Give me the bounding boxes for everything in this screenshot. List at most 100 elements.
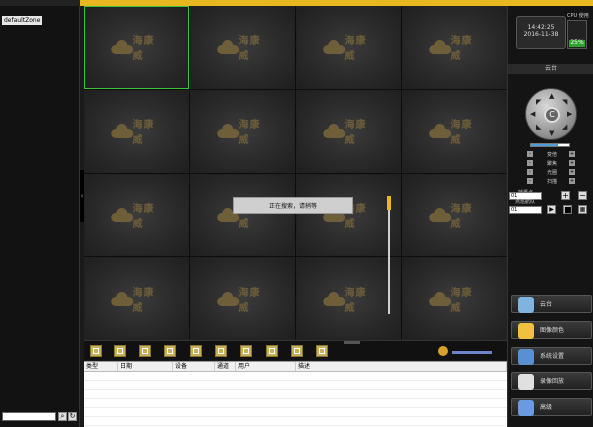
cloud-logo-icon xyxy=(428,291,451,306)
column-header[interactable]: 设备 xyxy=(173,362,215,371)
scan-control: - 扫描 + xyxy=(527,178,587,185)
arrow-up-right-icon[interactable]: ◥ xyxy=(562,99,567,106)
cloud-logo-icon xyxy=(322,291,345,306)
layout-16-button[interactable] xyxy=(266,345,278,357)
side-button[interactable]: 录像回放 xyxy=(511,372,592,390)
layout-25-button[interactable] xyxy=(291,345,303,357)
brand-logo: 海康威 xyxy=(428,284,481,314)
video-cell[interactable]: 海康威 xyxy=(402,89,507,173)
logo-text: 海康威 xyxy=(238,120,261,147)
video-cell[interactable]: 海康威 xyxy=(190,257,295,340)
side-button[interactable]: 系统设置 xyxy=(511,347,592,365)
clock-time: 14:42:25 xyxy=(527,24,555,31)
cloud-logo-icon xyxy=(428,124,451,139)
grid-scrollbar[interactable] xyxy=(388,196,390,314)
scan-plus-button[interactable]: + xyxy=(569,178,575,184)
brand-logo: 海康威 xyxy=(322,32,375,62)
arrow-up-icon[interactable]: ▲ xyxy=(549,93,554,100)
video-cell[interactable]: 海康威 xyxy=(296,89,401,173)
video-cell[interactable]: 海康威 xyxy=(296,257,401,340)
column-header[interactable]: 用户 xyxy=(236,362,296,371)
arrow-down-right-icon[interactable]: ◢ xyxy=(562,124,567,131)
side-button-label: 高级 xyxy=(540,404,553,411)
preset-remove-button[interactable]: − xyxy=(578,191,587,200)
device-tree-panel: defaultZone ⌕ ↻ xyxy=(0,6,80,427)
iris-plus-button[interactable]: + xyxy=(569,169,575,175)
brand-logo: 海康威 xyxy=(428,32,481,62)
volume-slider[interactable] xyxy=(452,351,492,354)
column-header[interactable]: 描述 xyxy=(296,362,507,371)
cpu-meter: 25% xyxy=(567,20,587,49)
device-search-input[interactable] xyxy=(2,412,56,421)
column-header[interactable]: 通道 xyxy=(215,362,236,371)
side-button[interactable]: 云台 xyxy=(511,295,592,313)
auto-rotate-icon[interactable]: C xyxy=(544,107,560,123)
layout-4x4-button[interactable] xyxy=(215,345,227,357)
brand-logo: 海康威 xyxy=(216,284,269,314)
arrow-up-left-icon[interactable]: ◤ xyxy=(536,99,541,106)
side-button[interactable]: 图像颜色 xyxy=(511,321,592,339)
logo-text: 海康威 xyxy=(238,36,261,63)
brand-logo: 海康威 xyxy=(428,200,481,230)
logo-text: 海康威 xyxy=(450,120,473,147)
video-cell[interactable]: 海康威 xyxy=(402,6,507,89)
arrow-down-left-icon[interactable]: ◣ xyxy=(536,124,541,131)
cruise-select[interactable]: 01 xyxy=(509,206,542,214)
focus-plus-button[interactable]: + xyxy=(569,160,575,166)
layout-1plus5-button[interactable] xyxy=(139,345,151,357)
cruise-grid-icon[interactable]: ▦ xyxy=(578,205,587,214)
zoom-minus-button[interactable]: - xyxy=(527,151,533,157)
arrow-down-icon[interactable]: ▼ xyxy=(549,130,554,137)
ptz-header: 云台 xyxy=(508,64,593,74)
column-header[interactable]: 日期 xyxy=(118,362,173,371)
logo-text: 海康威 xyxy=(132,287,155,314)
brand-logo: 海康威 xyxy=(428,116,481,147)
column-header[interactable]: 类型 xyxy=(84,362,118,371)
table-rows xyxy=(84,372,507,427)
iris-minus-button[interactable]: - xyxy=(527,169,533,175)
side-button-label: 录像回放 xyxy=(540,378,565,385)
event-log-table: 类型 日期 设备 通道 用户 描述 xyxy=(84,361,507,427)
video-cell[interactable]: 海康威 xyxy=(84,257,189,340)
fullscreen-button[interactable] xyxy=(316,345,328,357)
arrow-right-icon[interactable]: ▶ xyxy=(567,111,572,118)
video-cell[interactable]: 海康威 xyxy=(296,6,401,89)
ptz-speed-slider[interactable] xyxy=(530,143,570,147)
cruise-play-icon[interactable]: ▶ xyxy=(547,205,556,214)
ptz-joystick[interactable]: ▲ ▼ ◀ ▶ ◤ ◥ ◣ ◢ C xyxy=(525,88,577,140)
scan-minus-button[interactable]: - xyxy=(527,178,533,184)
video-cell[interactable]: 海康威 xyxy=(402,257,507,340)
cruise-stop-icon[interactable]: ■ xyxy=(563,205,572,214)
side-button[interactable]: 高级 xyxy=(511,398,592,416)
toolbar-handle[interactable] xyxy=(344,341,360,344)
side-button-icon xyxy=(518,400,534,416)
video-cell[interactable]: 海康威 xyxy=(84,6,189,89)
preset-add-button[interactable]: + xyxy=(561,191,570,200)
arrow-left-icon[interactable]: ◀ xyxy=(530,111,535,118)
focus-minus-button[interactable]: - xyxy=(527,160,533,166)
scan-label: 扫描 xyxy=(547,179,558,185)
video-cell[interactable]: 海康威 xyxy=(84,173,189,257)
video-cell[interactable]: 海康威 xyxy=(190,6,295,89)
layout-1plus7-button[interactable] xyxy=(190,345,202,357)
video-cell[interactable]: 海康威 xyxy=(84,89,189,173)
layout-1x1-button[interactable] xyxy=(90,345,102,357)
layout-custom-button[interactable] xyxy=(240,345,252,357)
layout-2x2-button[interactable] xyxy=(114,345,126,357)
video-grid: 海康威海康威海康威海康威海康威海康威海康威海康威海康威海康威海康威海康威海康威海… xyxy=(84,6,507,340)
cloud-logo-icon xyxy=(216,291,239,306)
video-cell[interactable]: 海康威 xyxy=(190,89,295,173)
cloud-logo-icon xyxy=(110,40,133,55)
grid-scrollbar-thumb[interactable] xyxy=(387,196,391,210)
volume-icon[interactable] xyxy=(438,346,448,356)
zone-tree-item[interactable]: defaultZone xyxy=(2,16,43,25)
refresh-icon[interactable]: ↻ xyxy=(68,412,77,421)
side-button-label: 系统设置 xyxy=(540,353,565,360)
video-cell[interactable]: 海康威 xyxy=(402,173,507,257)
zoom-plus-button[interactable]: + xyxy=(569,151,575,157)
search-icon[interactable]: ⌕ xyxy=(58,412,67,421)
layout-3x3-button[interactable] xyxy=(164,345,176,357)
cloud-logo-icon xyxy=(110,207,133,222)
side-button-label: 图像颜色 xyxy=(540,327,565,334)
side-button-icon xyxy=(518,297,534,313)
